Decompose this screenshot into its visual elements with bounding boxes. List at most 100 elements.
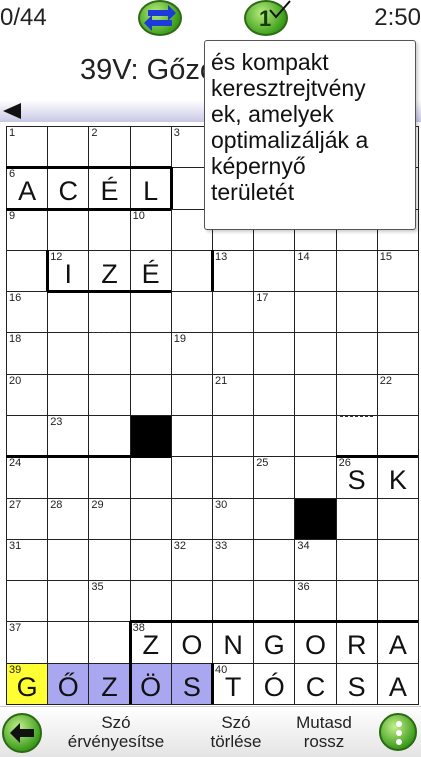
grid-cell[interactable]: Z	[88, 249, 131, 293]
grid-cell[interactable]: 31	[6, 538, 49, 582]
grid-cell[interactable]: O	[170, 621, 213, 664]
grid-cell[interactable]	[47, 291, 90, 334]
grid-cell[interactable]: 37	[6, 621, 49, 664]
grid-cell[interactable]: 39 G	[6, 662, 49, 705]
grid-cell[interactable]	[129, 291, 172, 334]
grid-cell[interactable]	[170, 373, 213, 416]
grid-cell[interactable]: 19	[170, 332, 213, 375]
grid-cell[interactable]: 20	[6, 373, 49, 416]
grid-cell[interactable]	[376, 580, 419, 623]
grid-cell[interactable]	[335, 580, 378, 623]
grid-cell[interactable]	[170, 497, 213, 540]
swap-direction-button[interactable]	[138, 0, 182, 36]
grid-cell[interactable]	[294, 373, 337, 416]
grid-cell[interactable]: A	[376, 621, 419, 664]
grid-cell[interactable]	[6, 249, 49, 293]
grid-cell[interactable]	[129, 497, 172, 540]
hint-button[interactable]: 1	[244, 0, 291, 36]
show-wrong-button[interactable]: Mutasd rossz	[286, 713, 362, 751]
grid-cell[interactable]: 14	[294, 249, 337, 293]
grid-cell[interactable]: 1	[6, 126, 49, 169]
grid-cell[interactable]: 30	[212, 497, 255, 540]
grid-cell[interactable]	[212, 456, 255, 499]
grid-cell[interactable]: R	[335, 621, 378, 664]
grid-cell[interactable]: G	[253, 621, 296, 664]
grid-cell[interactable]	[129, 332, 172, 375]
grid-cell[interactable]	[170, 291, 213, 334]
grid-cell[interactable]: O	[294, 621, 337, 664]
grid-cell[interactable]: C	[47, 167, 90, 210]
grid-cell[interactable]	[47, 538, 90, 582]
grid-cell[interactable]	[253, 373, 296, 416]
grid-cell[interactable]: É	[88, 167, 131, 210]
grid-cell[interactable]: 15	[376, 249, 419, 293]
grid-cell[interactable]	[335, 497, 378, 540]
back-button[interactable]	[2, 713, 42, 753]
menu-button[interactable]	[379, 713, 417, 751]
grid-cell[interactable]	[88, 373, 131, 416]
grid-cell[interactable]	[376, 291, 419, 334]
grid-cell[interactable]: 17	[253, 291, 296, 334]
grid-cell[interactable]: 22	[376, 373, 419, 416]
grid-cell[interactable]: N	[212, 621, 255, 664]
grid-cell[interactable]	[170, 414, 213, 458]
grid-cell[interactable]	[335, 373, 378, 416]
grid-cell[interactable]: 25	[253, 456, 296, 499]
grid-cell[interactable]	[376, 538, 419, 582]
grid-cell[interactable]: L	[129, 167, 172, 210]
grid-cell[interactable]	[335, 291, 378, 334]
grid-cell[interactable]: 16	[6, 291, 49, 334]
grid-cell[interactable]	[170, 456, 213, 499]
grid-cell[interactable]: A	[376, 662, 419, 705]
grid-cell[interactable]: 23	[47, 414, 90, 458]
grid-cell[interactable]	[47, 126, 90, 169]
grid-cell[interactable]: 38 Z	[129, 621, 172, 664]
grid-cell[interactable]	[212, 580, 255, 623]
grid-cell[interactable]	[129, 126, 172, 169]
grid-cell[interactable]	[294, 414, 337, 458]
grid-cell[interactable]	[47, 580, 90, 623]
grid-cell[interactable]: 36	[294, 580, 337, 623]
grid-cell[interactable]: 10	[129, 208, 172, 251]
grid-cell[interactable]	[88, 208, 131, 251]
grid-cell[interactable]: 12 I	[47, 249, 90, 293]
grid-cell[interactable]	[253, 414, 296, 458]
grid-cell[interactable]	[47, 621, 90, 664]
grid-cell[interactable]	[212, 291, 255, 334]
grid-cell[interactable]: 32	[170, 538, 213, 582]
grid-cell[interactable]	[253, 249, 296, 293]
grid-cell[interactable]: 33	[212, 538, 255, 582]
grid-cell[interactable]	[335, 414, 378, 458]
grid-cell[interactable]	[47, 332, 90, 375]
grid-cell[interactable]	[47, 373, 90, 416]
grid-cell[interactable]: 6A	[6, 167, 49, 210]
grid-cell[interactable]	[212, 414, 255, 458]
grid-cell[interactable]	[294, 456, 337, 499]
grid-cell[interactable]	[47, 208, 90, 251]
grid-cell[interactable]: Ő	[47, 662, 90, 705]
grid-cell[interactable]	[376, 497, 419, 540]
grid-cell[interactable]	[47, 456, 90, 499]
grid-cell[interactable]	[129, 538, 172, 582]
grid-cell[interactable]: 26 S	[335, 456, 378, 499]
grid-cell[interactable]: 2	[88, 126, 131, 169]
grid-cell[interactable]	[88, 291, 131, 334]
grid-cell[interactable]: K	[376, 456, 419, 499]
grid-cell[interactable]	[253, 497, 296, 540]
grid-cell[interactable]: 28	[47, 497, 90, 540]
grid-cell[interactable]	[294, 291, 337, 334]
validate-word-button[interactable]: Szó érvényesítse	[66, 713, 166, 751]
grid-cell[interactable]	[212, 332, 255, 375]
grid-cell[interactable]: 9	[6, 208, 49, 251]
grid-cell[interactable]	[335, 332, 378, 375]
grid-cell[interactable]	[170, 249, 213, 293]
grid-cell[interactable]: 27	[6, 497, 49, 540]
grid-cell[interactable]: 35	[88, 580, 131, 623]
grid-cell[interactable]	[335, 249, 378, 293]
grid-cell[interactable]: 40 T	[212, 662, 255, 705]
grid-cell[interactable]	[253, 580, 296, 623]
grid-cell[interactable]	[335, 538, 378, 582]
grid-cell[interactable]: 24	[6, 456, 49, 499]
grid-cell[interactable]: 13	[212, 249, 255, 293]
grid-cell[interactable]	[6, 580, 49, 623]
